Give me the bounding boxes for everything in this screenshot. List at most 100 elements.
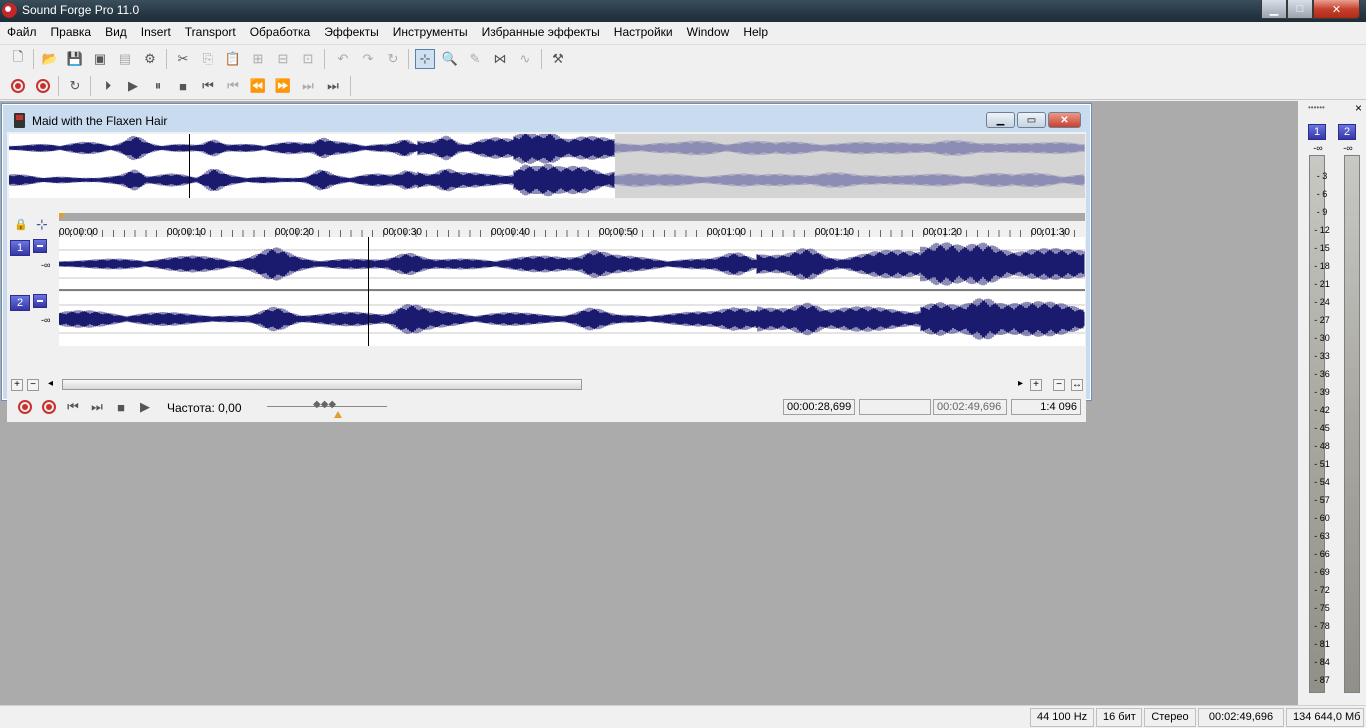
app-title: Sound Forge Pro 11.0 xyxy=(22,3,140,17)
meter-channel-1-button[interactable]: 1 xyxy=(1308,124,1326,140)
channel-2-level: -∞ xyxy=(41,315,51,325)
scroll-left-icon[interactable]: ◂ xyxy=(48,378,53,389)
close-button[interactable]: ✕ xyxy=(1313,0,1360,19)
next-marker-icon[interactable]: ⏭ xyxy=(298,76,318,96)
trim-icon[interactable]: ⊡ xyxy=(298,49,318,69)
meter-scale-label: - 45 xyxy=(1314,423,1330,433)
zoom-out-vertical-button[interactable]: − xyxy=(27,379,39,391)
meter-close-icon[interactable]: × xyxy=(1355,101,1362,115)
scroll-right-icon[interactable]: ▸ xyxy=(1018,378,1023,389)
play-all-icon[interactable]: ⏵ xyxy=(98,76,118,96)
doc-maximize-button[interactable]: ▭ xyxy=(1017,112,1046,128)
cut-icon[interactable]: ✂ xyxy=(173,49,193,69)
repeat-icon[interactable]: ↻ xyxy=(383,49,403,69)
standard-toolbar: 🗋 📂 💾 ▣ ▤ ⚙ ✂ ⎘ 📋 ⊞ ⊟ ⊡ ↶ ↷ ↻ ⊹ 🔍 ✎ ⋈ ∿ … xyxy=(0,44,1366,72)
doc-stop-icon[interactable]: ■ xyxy=(111,397,131,417)
waveform-path xyxy=(9,163,615,197)
doc-record-icon[interactable] xyxy=(15,397,35,417)
menu-effects[interactable]: Эффекты xyxy=(317,22,386,42)
cursor-position-field[interactable]: 00:00:28,699 xyxy=(783,399,855,415)
rate-marker-icon xyxy=(334,411,342,418)
redo-icon[interactable]: ↷ xyxy=(358,49,378,69)
menu-favorites[interactable]: Избранные эффекты xyxy=(475,22,607,42)
open-folder-icon[interactable]: 📂 xyxy=(40,49,60,69)
zoom-ratio-field[interactable]: 1:4 096 xyxy=(1011,399,1081,415)
zoom-fit-button[interactable]: ↔ xyxy=(1071,379,1083,391)
magnify-tool-icon[interactable]: 🔍 xyxy=(440,49,460,69)
undo-icon[interactable]: ↶ xyxy=(333,49,353,69)
copy-icon[interactable]: ⎘ xyxy=(198,49,218,69)
doc-play-icon[interactable]: ▶ xyxy=(135,397,155,417)
rewind-icon[interactable]: ⏪ xyxy=(248,76,268,96)
channel-1-minimize-button[interactable] xyxy=(33,239,47,253)
channel-2-waveform[interactable] xyxy=(58,292,1085,346)
mix-icon[interactable]: ⊞ xyxy=(248,49,268,69)
zoom-out-button[interactable]: − xyxy=(1053,379,1065,391)
doc-record-punch-icon[interactable] xyxy=(39,397,59,417)
meter-grip[interactable]: •••••• xyxy=(1308,103,1325,112)
minimize-button[interactable]: ▁ xyxy=(1261,0,1287,19)
record-icon[interactable] xyxy=(8,76,28,96)
properties-icon[interactable]: ⚙ xyxy=(140,49,160,69)
record-punch-icon[interactable] xyxy=(33,76,53,96)
selection-field[interactable] xyxy=(859,399,931,415)
loop-icon[interactable]: ↻ xyxy=(65,76,85,96)
overview-bar[interactable] xyxy=(9,134,1085,198)
meter-scale-label: - 21 xyxy=(1314,279,1330,289)
go-end-icon[interactable]: ⏭ xyxy=(323,76,343,96)
menu-view[interactable]: Вид xyxy=(98,22,134,42)
fast-forward-icon[interactable]: ⏩ xyxy=(273,76,293,96)
maximize-button[interactable]: □ xyxy=(1287,0,1313,19)
menu-window[interactable]: Window xyxy=(680,22,737,42)
menu-insert[interactable]: Insert xyxy=(134,22,178,42)
menu-options[interactable]: Настройки xyxy=(607,22,680,42)
new-file-icon[interactable]: 🗋 xyxy=(8,49,28,69)
time-ruler[interactable]: 00:00:00 00:00:10 00:00:20 00:00:30 00:0… xyxy=(59,213,1085,238)
doc-go-end-icon[interactable]: ⏭ xyxy=(87,397,107,417)
menu-help[interactable]: Help xyxy=(736,22,775,42)
document-window: Maid with the Flaxen Hair ▁ ▭ ✕ 🔒 ⊹ 00:0… xyxy=(1,103,1092,422)
save-icon[interactable]: 💾 xyxy=(65,49,85,69)
meter-channel-2-button[interactable]: 2 xyxy=(1338,124,1356,140)
paste-special-icon[interactable]: ⊟ xyxy=(273,49,293,69)
menu-process[interactable]: Обработка xyxy=(243,22,318,42)
paste-icon[interactable]: 📋 xyxy=(223,49,243,69)
menu-transport[interactable]: Transport xyxy=(178,22,243,42)
zoom-in-vertical-button[interactable]: + xyxy=(11,379,23,391)
stop-icon[interactable]: ■ xyxy=(173,76,193,96)
pencil-tool-icon[interactable]: ✎ xyxy=(465,49,485,69)
meter-scale-label: - 36 xyxy=(1314,369,1330,379)
doc-go-start-icon[interactable]: ⏮ xyxy=(63,397,83,417)
meter-scale-label: - 60 xyxy=(1314,513,1330,523)
rate-slider-thumb[interactable]: ◆◆◆ xyxy=(313,399,336,410)
meter-scale-label: - 42 xyxy=(1314,405,1330,415)
pause-icon[interactable]: ⏸ xyxy=(148,76,168,96)
save-as-icon[interactable]: ▣ xyxy=(90,49,110,69)
event-tool-icon[interactable]: ⋈ xyxy=(490,49,510,69)
doc-minimize-button[interactable]: ▁ xyxy=(986,112,1015,128)
snap-icon[interactable]: ⊹ xyxy=(36,216,48,233)
menu-tools[interactable]: Инструменты xyxy=(386,22,475,42)
plugin-chainer-icon[interactable]: ⚒ xyxy=(548,49,568,69)
channel-2-button[interactable]: 2 xyxy=(10,295,30,311)
render-icon[interactable]: ▤ xyxy=(115,49,135,69)
play-cursor[interactable] xyxy=(368,237,369,346)
go-start-icon[interactable]: ⏮ xyxy=(198,76,218,96)
channel-1-waveform[interactable] xyxy=(58,237,1085,291)
horizontal-scrollbar[interactable] xyxy=(62,379,582,390)
zoom-in-button[interactable]: + xyxy=(1030,379,1042,391)
envelope-tool-icon[interactable]: ∿ xyxy=(515,49,535,69)
meter-bar-2 xyxy=(1344,155,1360,693)
edit-tool-icon[interactable]: ⊹ xyxy=(415,49,435,69)
meter-scale-label: - 87 xyxy=(1314,675,1330,685)
app-icon[interactable] xyxy=(2,3,17,18)
menu-edit[interactable]: Правка xyxy=(44,22,99,42)
channel-2-minimize-button[interactable] xyxy=(33,294,47,308)
menu-file[interactable]: Файл xyxy=(0,22,44,42)
meter-scale-label: - 30 xyxy=(1314,333,1330,343)
prev-marker-icon[interactable]: ⏮ xyxy=(223,76,243,96)
channel-1-button[interactable]: 1 xyxy=(10,240,30,256)
lock-icon[interactable]: 🔒 xyxy=(14,218,28,231)
play-icon[interactable]: ▶ xyxy=(123,76,143,96)
doc-close-button[interactable]: ✕ xyxy=(1048,112,1081,128)
